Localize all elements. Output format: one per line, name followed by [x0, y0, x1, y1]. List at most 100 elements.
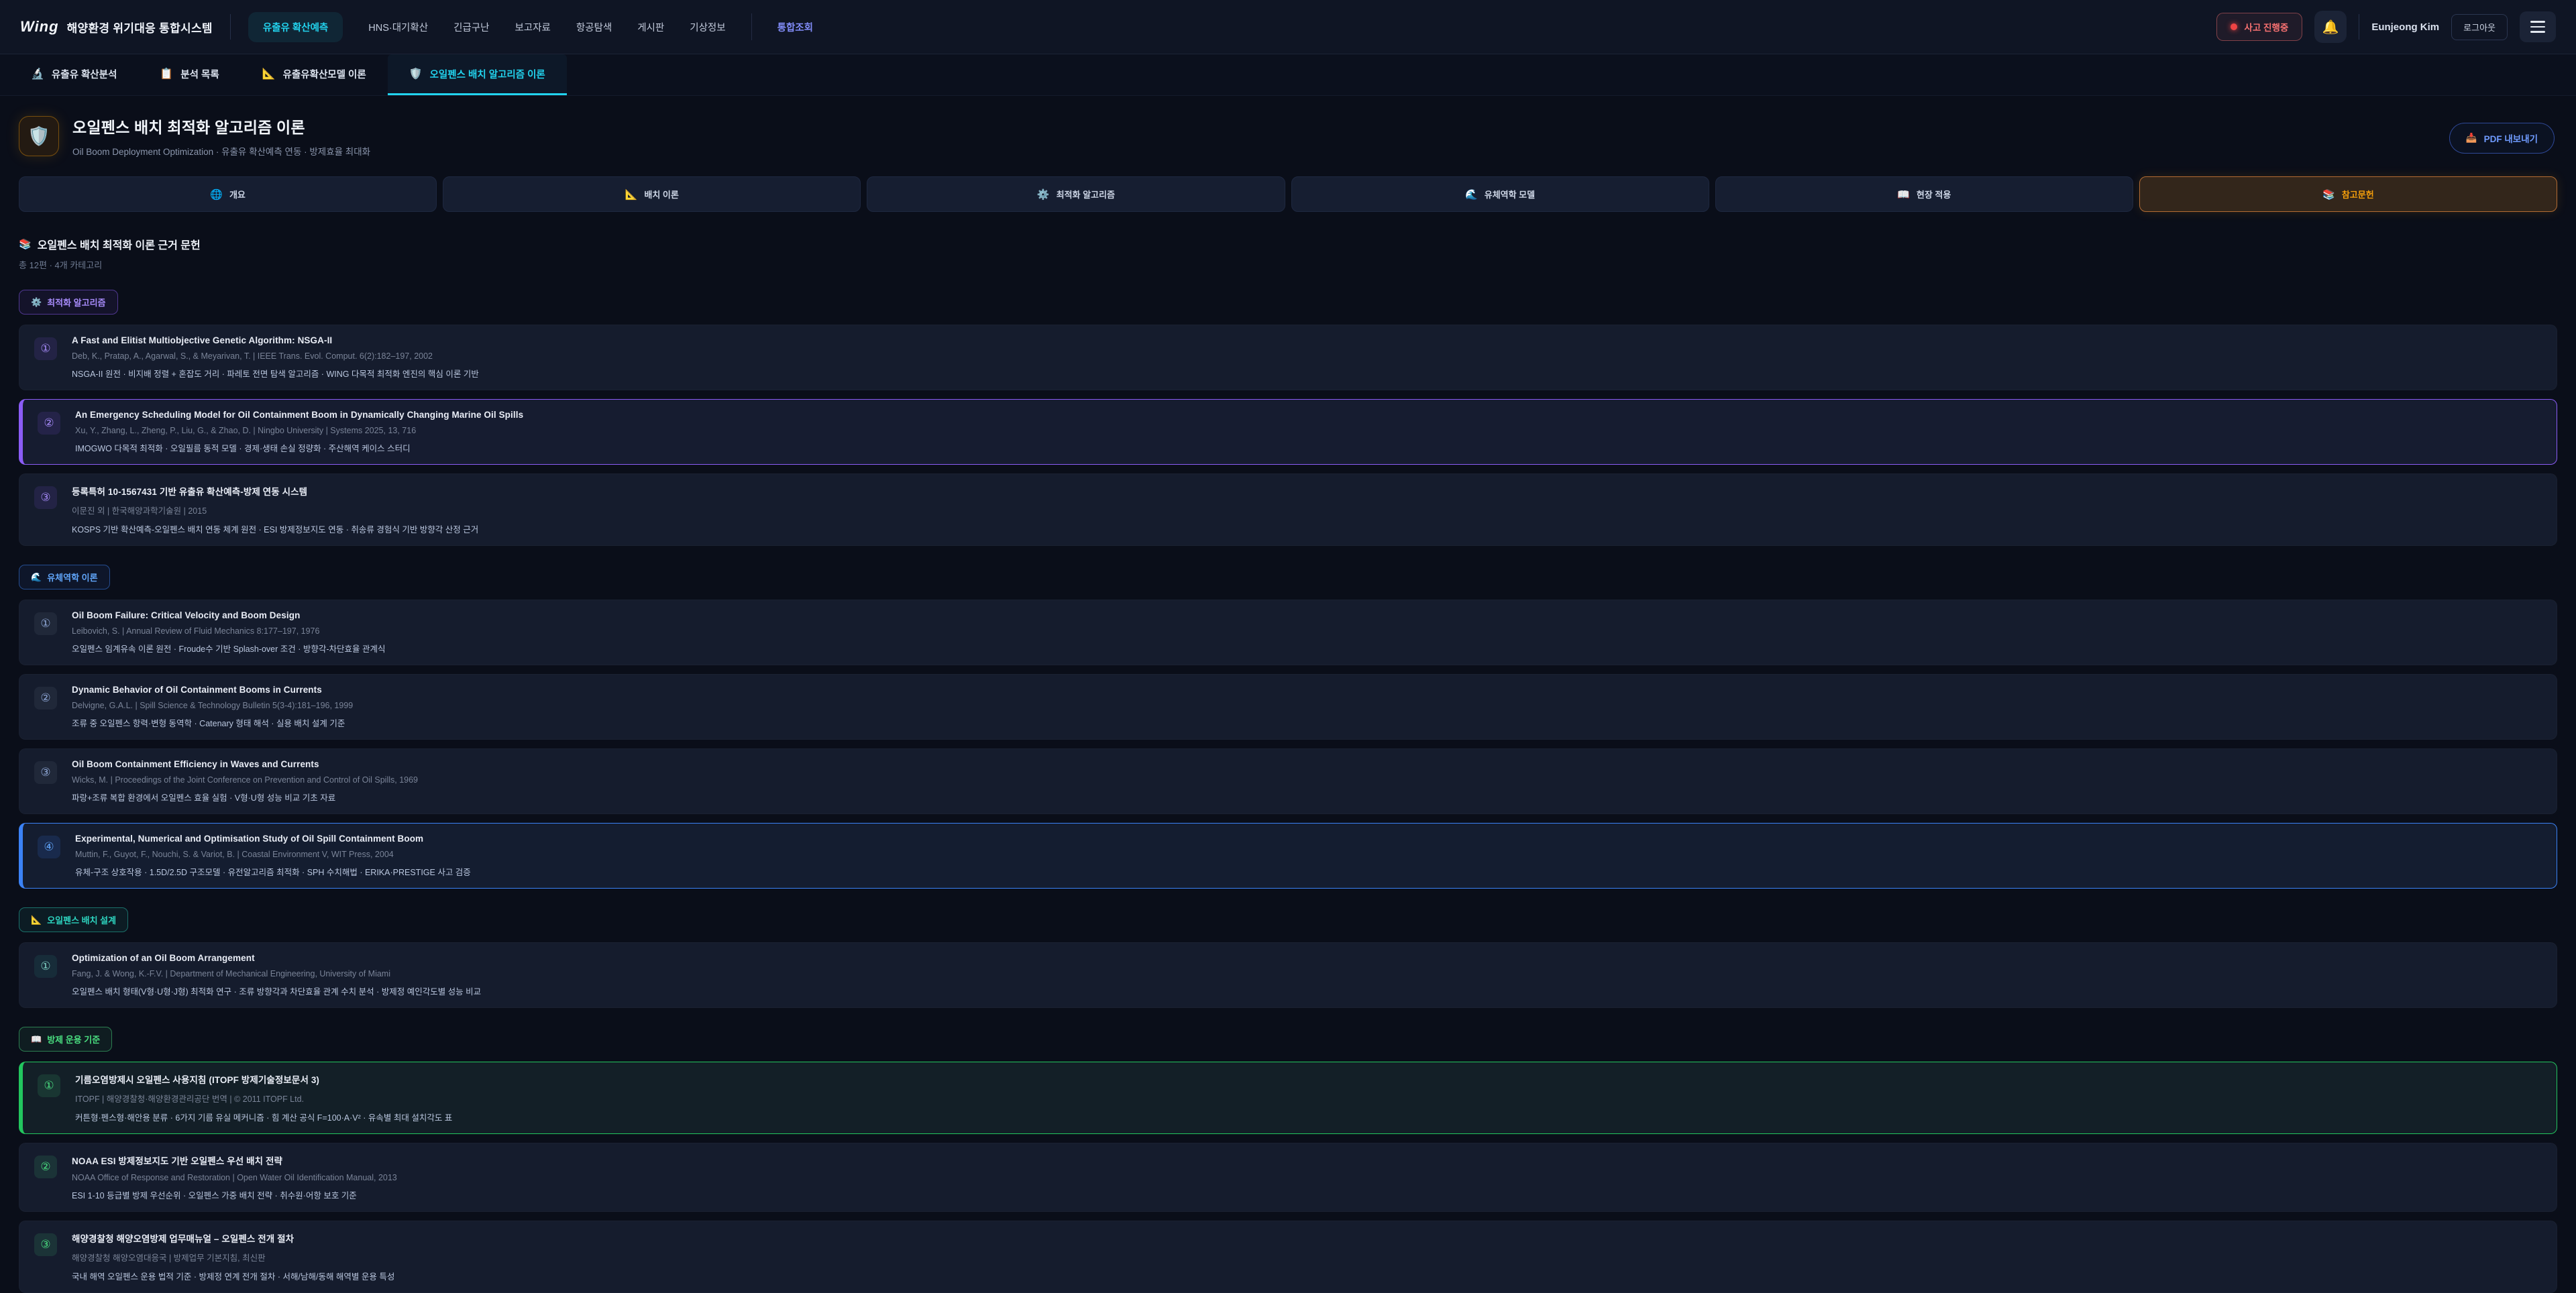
open-book-icon: 📖: [31, 1034, 42, 1045]
gear-icon: ⚙️: [31, 297, 42, 308]
section-tab-deployment-theory[interactable]: 📐 배치 이론: [443, 176, 861, 212]
tab-label: 유출유 확산분석: [52, 67, 117, 81]
reference-number-badge: ③: [34, 761, 57, 784]
reference-number-badge: ①: [34, 612, 57, 635]
nav-item-reports[interactable]: 보고자료: [515, 20, 550, 34]
reference-number-badge: ②: [38, 412, 60, 435]
books-icon: 📚: [19, 238, 32, 250]
category-cards: ① Optimization of an Oil Boom Arrangemen…: [19, 942, 2557, 1008]
tab-analysis-list[interactable]: 📋 분석 목록: [138, 54, 240, 95]
reference-title: Oil Boom Failure: Critical Velocity and …: [72, 610, 386, 620]
reference-card-highlighted[interactable]: ④ Experimental, Numerical and Optimisati…: [19, 823, 2557, 889]
reference-meta: Wicks, M. | Proceedings of the Joint Con…: [72, 775, 418, 785]
reference-card[interactable]: ③ 등록특허 10-1567431 기반 유출유 확산예측-방제 연동 시스템 …: [19, 473, 2557, 546]
microscope-icon: 🔬: [31, 67, 44, 80]
tab-diffusion-model-theory[interactable]: 📐 유출유확산모델 이론: [241, 54, 388, 95]
page-title-group: 오일펜스 배치 최적화 알고리즘 이론 Oil Boom Deployment …: [72, 115, 370, 158]
main-nav: 유출유 확산예측 HNS·대기확산 긴급구난 보고자료 항공탐색 게시판 기상정…: [248, 12, 813, 42]
category-boom-deployment-design: 📐 오일펜스 배치 설계 ① Optimization of an Oil Bo…: [19, 907, 2557, 1008]
nav-item-board[interactable]: 게시판: [637, 20, 664, 34]
nav-item-aerial-search[interactable]: 항공탐색: [576, 20, 612, 34]
incident-dot-icon: [2231, 23, 2237, 30]
section-tab-label: 현장 적용: [1917, 188, 1951, 201]
pdf-export-button[interactable]: 📥 PDF 내보내기: [2449, 123, 2555, 154]
reference-description: ESI 1-10 등급별 방제 우선순위 · 오일펜스 가중 배치 전략 · 취…: [72, 1188, 397, 1201]
reference-title: 등록특허 10-1567431 기반 유출유 확산예측-방제 연동 시스템: [72, 484, 478, 498]
logo-wing-icon: Wing: [20, 18, 59, 36]
reference-card-highlighted[interactable]: ② An Emergency Scheduling Model for Oil …: [19, 399, 2557, 465]
reference-meta: NOAA Office of Response and Restoration …: [72, 1173, 397, 1182]
reference-number-badge: ②: [34, 1156, 57, 1178]
references-heading-label: 오일펜스 배치 최적화 이론 근거 문헌: [38, 236, 201, 252]
reference-number-badge: ②: [34, 687, 57, 710]
tab-spill-diffusion-analysis[interactable]: 🔬 유출유 확산분석: [9, 54, 138, 95]
reference-meta: Xu, Y., Zhang, L., Zheng, P., Liu, G., &…: [75, 426, 523, 435]
reference-card[interactable]: ② NOAA ESI 방제정보지도 기반 오일펜스 우선 배치 전략 NOAA …: [19, 1143, 2557, 1212]
books-icon: 📚: [2322, 188, 2335, 201]
section-tab-label: 최적화 알고리즘: [1057, 188, 1115, 201]
section-tab-overview[interactable]: 🌐 개요: [19, 176, 437, 212]
reference-title: NOAA ESI 방제정보지도 기반 오일펜스 우선 배치 전략: [72, 1154, 397, 1167]
nav-item-integrated-search[interactable]: 통합조회: [777, 20, 813, 34]
gear-icon: ⚙️: [1037, 188, 1050, 201]
reference-card[interactable]: ② Dynamic Behavior of Oil Containment Bo…: [19, 674, 2557, 740]
reference-description: IMOGWO 다목적 최적화 · 오일필름 동적 모델 · 경제·생태 손실 정…: [75, 441, 523, 454]
category-response-operation-standards: 📖 방제 운용 기준 ① 기름오염방제시 오일펜스 사용지침 (ITOPF 방제…: [19, 1027, 2557, 1293]
clipboard-icon: 📋: [160, 67, 173, 80]
section-tab-optimization-algorithm[interactable]: ⚙️ 최적화 알고리즘: [867, 176, 1285, 212]
reference-number-badge: ①: [34, 337, 57, 360]
reference-card[interactable]: ③ Oil Boom Containment Efficiency in Wav…: [19, 748, 2557, 814]
hamburger-menu-button[interactable]: [2520, 11, 2556, 42]
globe-icon: 🌐: [210, 188, 223, 201]
category-cards: ① A Fast and Elitist Multiobjective Gene…: [19, 325, 2557, 546]
section-tab-label: 배치 이론: [644, 188, 678, 201]
nav-item-hns-air-diffusion[interactable]: HNS·대기확산: [368, 20, 428, 34]
reference-card[interactable]: ① Oil Boom Failure: Critical Velocity an…: [19, 600, 2557, 665]
shield-icon: 🛡️: [28, 125, 50, 147]
triangle-ruler-icon: 📐: [262, 67, 276, 80]
reference-number-badge: ①: [34, 955, 57, 978]
reference-title: Experimental, Numerical and Optimisation…: [75, 834, 471, 844]
menu-icon: [2530, 21, 2545, 23]
reference-card-highlighted[interactable]: ① 기름오염방제시 오일펜스 사용지침 (ITOPF 방제기술정보문서 3) I…: [19, 1062, 2557, 1134]
main-content: 🛡️ 오일펜스 배치 최적화 알고리즘 이론 Oil Boom Deployme…: [0, 96, 2576, 1293]
triangle-ruler-icon: 📐: [31, 915, 42, 925]
reference-meta: Delvigne, G.A.L. | Spill Science & Techn…: [72, 701, 353, 710]
wave-icon: 🌊: [1465, 188, 1478, 201]
notifications-button[interactable]: 🔔: [2314, 11, 2347, 43]
reference-number-badge: ①: [38, 1074, 60, 1097]
app-header: Wing 해양환경 위기대응 통합시스템 유출유 확산예측 HNS·대기확산 긴…: [0, 0, 2576, 54]
reference-card[interactable]: ③ 해양경찰청 해양오염방제 업무매뉴얼 – 오일펜스 전개 절차 해양경찰청 …: [19, 1221, 2557, 1293]
page-tabbar: 🔬 유출유 확산분석 📋 분석 목록 📐 유출유확산모델 이론 🛡️ 오일펜스 …: [0, 54, 2576, 96]
open-book-icon: 📖: [1897, 188, 1910, 201]
tab-oil-boom-algorithm-theory[interactable]: 🛡️ 오일펜스 배치 알고리즘 이론: [388, 54, 567, 95]
reference-title: Oil Boom Containment Efficiency in Waves…: [72, 759, 418, 769]
reference-title: 해양경찰청 해양오염방제 업무매뉴얼 – 오일펜스 전개 절차: [72, 1231, 394, 1245]
reference-card[interactable]: ① Optimization of an Oil Boom Arrangemen…: [19, 942, 2557, 1008]
reference-card[interactable]: ① A Fast and Elitist Multiobjective Gene…: [19, 325, 2557, 390]
page-header: 🛡️ 오일펜스 배치 최적화 알고리즘 이론 Oil Boom Deployme…: [19, 115, 2557, 158]
nav-item-emergency-rescue[interactable]: 긴급구난: [453, 20, 489, 34]
category-optimization-algorithm: ⚙️ 최적화 알고리즘 ① A Fast and Elitist Multiob…: [19, 290, 2557, 546]
section-tab-references[interactable]: 📚 참고문헌: [2139, 176, 2557, 212]
section-tab-field-application[interactable]: 📖 현장 적용: [1715, 176, 2133, 212]
nav-item-oil-spill-prediction[interactable]: 유출유 확산예측: [248, 12, 343, 42]
category-label: 방제 운용 기준: [47, 1033, 100, 1046]
category-badge: 📐 오일펜스 배치 설계: [19, 907, 128, 932]
reference-description: 파랑+조류 복합 환경에서 오일펜스 효율 실험 · V형·U형 성능 비교 기…: [72, 791, 418, 803]
logout-button[interactable]: 로그아웃: [2451, 14, 2508, 40]
download-tray-icon: 📥: [2466, 133, 2477, 144]
tab-label: 분석 목록: [180, 67, 219, 81]
section-tabs: 🌐 개요 📐 배치 이론 ⚙️ 최적화 알고리즘 🌊 유체역학 모델 📖 현장 …: [19, 176, 2557, 212]
nav-divider: [751, 13, 752, 40]
wave-icon: 🌊: [31, 572, 42, 583]
section-tab-label: 개요: [229, 188, 246, 201]
system-title: 해양환경 위기대응 통합시스템: [67, 19, 213, 36]
section-tab-hydrodynamics-model[interactable]: 🌊 유체역학 모델: [1291, 176, 1709, 212]
category-badge: 📖 방제 운용 기준: [19, 1027, 112, 1052]
reference-meta: Deb, K., Pratap, A., Agarwal, S., & Meya…: [72, 351, 479, 361]
section-tab-label: 참고문헌: [2342, 188, 2374, 201]
triangle-ruler-icon: 📐: [625, 188, 638, 201]
nav-item-weather-info[interactable]: 기상정보: [690, 20, 725, 34]
reference-number-badge: ④: [38, 836, 60, 858]
